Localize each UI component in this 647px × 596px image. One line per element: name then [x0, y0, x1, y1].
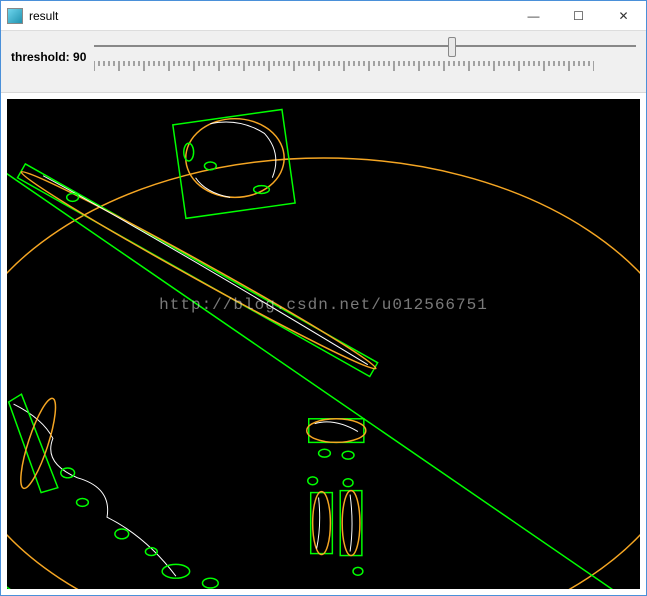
slider-thumb[interactable]: [448, 37, 456, 57]
window-titlebar: result — ☐ ✕: [1, 1, 646, 31]
bottom-left-cluster: [9, 394, 219, 588]
threshold-slider[interactable]: [94, 37, 636, 77]
minimize-button[interactable]: —: [511, 1, 556, 30]
raw-contour: [210, 122, 276, 178]
window-title: result: [29, 9, 58, 23]
contour-box: [173, 110, 295, 219]
contour-box: [254, 186, 270, 194]
close-icon: ✕: [618, 9, 628, 23]
result-image: http://blog.csdn.net/u012566751: [7, 99, 640, 589]
trackbar-panel: threshold: 90: [1, 31, 646, 93]
threshold-value: 90: [73, 50, 86, 64]
close-button[interactable]: ✕: [601, 1, 646, 30]
diagonal-bar: [17, 164, 380, 377]
contour-box: [204, 162, 216, 170]
contour-box: [7, 158, 640, 589]
fitted-ellipse: [7, 158, 640, 589]
maximize-icon: ☐: [573, 9, 584, 23]
slider-ticks: [94, 61, 594, 73]
maximize-button[interactable]: ☐: [556, 1, 601, 30]
fitted-ellipse: [186, 119, 284, 198]
contour-overlay: [7, 99, 640, 589]
app-icon: [7, 8, 23, 24]
minimize-icon: —: [528, 9, 540, 23]
slider-track: [94, 45, 636, 47]
threshold-label: threshold: 90: [11, 50, 86, 64]
contour-box: [7, 571, 210, 589]
image-viewport: http://blog.csdn.net/u012566751: [1, 93, 646, 595]
raw-contour: [196, 178, 230, 198]
center-bottom-cluster: [307, 419, 366, 575]
window-controls: — ☐ ✕: [511, 1, 646, 30]
